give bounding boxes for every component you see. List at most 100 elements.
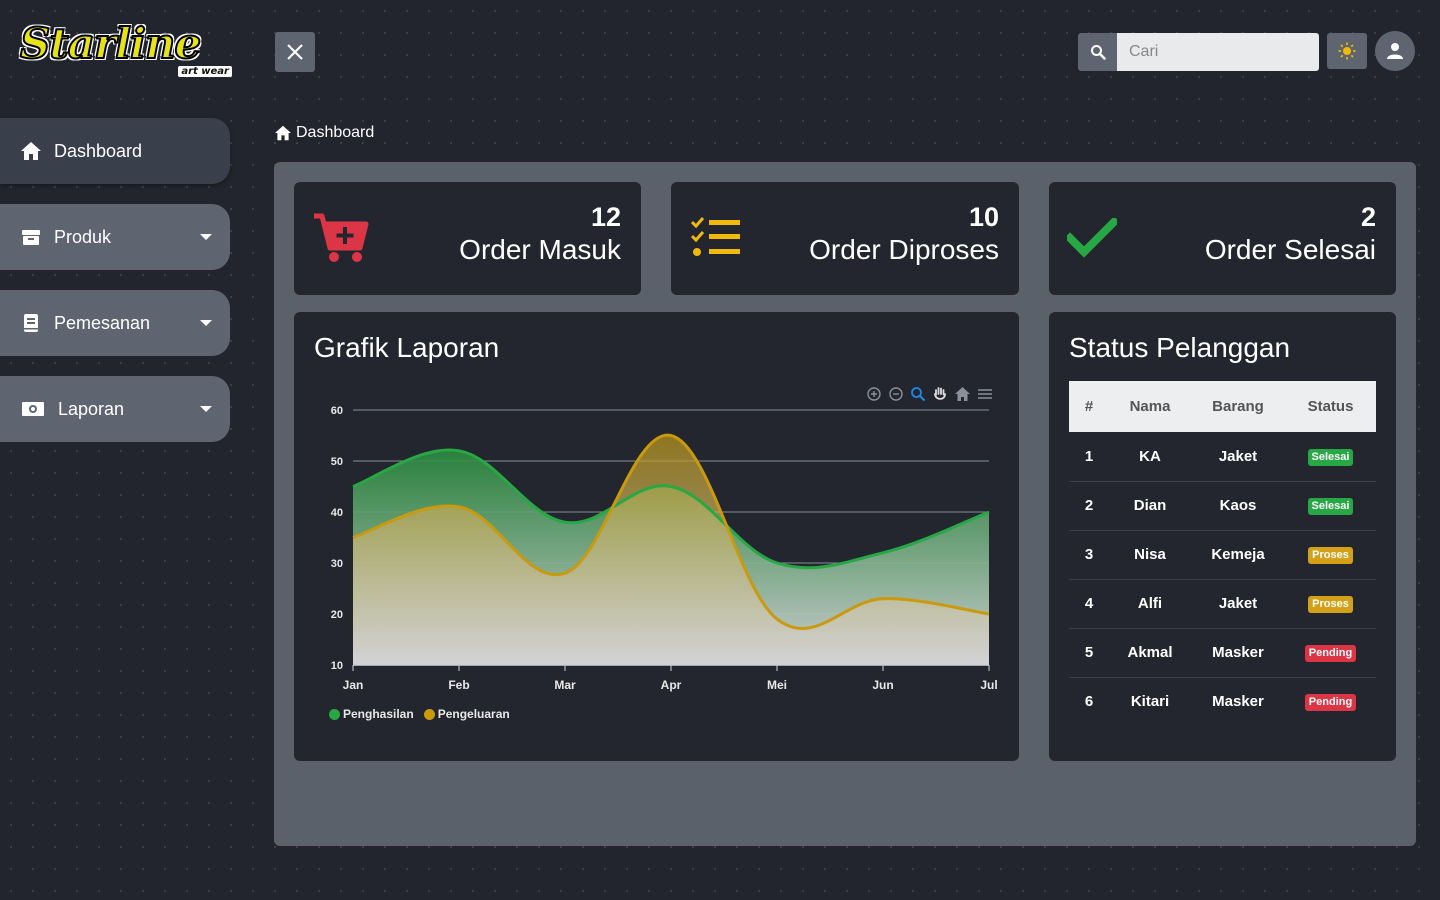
customer-status-title: Status Pelanggan [1069,332,1291,363]
status-badge: Proses [1308,547,1353,564]
sidebar-item-produk[interactable]: Produk [0,204,230,270]
customer-name: Dian [1109,481,1191,531]
status-cell: Selesai [1285,432,1376,482]
item-name: Masker [1191,628,1285,678]
chevron-down-icon [200,320,212,326]
customer-name: Nisa [1109,530,1191,580]
x-tick-label: Apr [661,678,682,692]
status-badge: Selesai [1307,448,1354,466]
status-badge: Proses [1308,596,1353,613]
box-icon [20,226,42,248]
customer-name: Kitari [1130,693,1170,711]
main-panel: 12 Order Masuk 10 Order Diproses 2 Order… [274,162,1416,846]
customer-name: Alfi [1109,579,1191,629]
sidebar-item-label: Dashboard [54,140,143,161]
item-name: Masker [1212,693,1264,711]
status-cell: Selesai [1285,481,1376,531]
legend-item-pengeluaran[interactable]: Pengeluaran [423,707,510,721]
table-row: 6 Kitari Masker Pending [1069,677,1376,726]
row-number: 1 [1069,432,1109,482]
item-name: Jaket [1191,432,1285,482]
sidebar-item-label: Produk [54,226,112,247]
sidebar-item-pemesanan[interactable]: Pemesanan [0,290,230,356]
item-name: Kemeja [1191,530,1285,580]
stat-card-order-selesai: 2 Order Selesai [1049,182,1396,295]
legend-marker [423,708,435,720]
customer-name: Akmal [1109,628,1191,678]
x-tick-label: Feb [448,678,469,692]
stat-value: 2 [1360,202,1376,232]
x-tick-label: Jun [872,678,893,692]
status-cell: Pending [1285,677,1376,726]
status-cell: Pending [1285,628,1376,678]
table-row: 1 KA Jaket Selesai [1069,432,1376,482]
customer-name: KA [1109,432,1191,482]
home-icon [20,140,42,162]
x-tick-label: Jul [980,678,997,692]
search-bar [1078,33,1319,71]
search-button[interactable] [1078,33,1117,71]
item-name: Jaket [1191,579,1285,629]
row-number: 4 [1069,579,1109,629]
logo-text: Starline [19,18,202,69]
brand-logo[interactable]: Starline art wear [18,18,232,82]
stat-card-order-diproses: 10 Order Diproses [671,182,1019,295]
stat-value: 10 [968,202,999,232]
status-badge: Pending [1304,694,1357,712]
status-badge: Selesai [1307,498,1354,515]
legend-label: Pengeluaran [437,707,510,721]
x-tick-label: Mar [554,678,576,692]
status-cell: Proses [1285,579,1376,629]
book-icon [20,312,42,334]
cart-plus-icon [312,212,370,268]
y-tick-label: 10 [331,660,343,672]
stat-value: 12 [590,202,621,232]
x-tick-label: Jan [343,678,364,692]
legend-marker [329,708,340,720]
legend-item-penghasilan[interactable]: Penghasilan [329,707,414,721]
sidebar-item-laporan[interactable]: Laporan [0,376,230,442]
table-row: 3 Nisa Kemeja Proses [1069,530,1376,580]
user-avatar-button[interactable] [1375,31,1415,71]
table-row: 4 Alfi Jaket Proses [1069,579,1376,629]
row-number: 3 [1069,530,1109,580]
theme-toggle-button[interactable] [1327,33,1367,69]
stat-label: Order Selesai [1204,234,1376,265]
x-tick-label: Mei [767,678,787,692]
chevron-down-icon [200,234,212,240]
y-tick-label: 50 [331,456,343,468]
search-icon [1090,45,1106,60]
sun-icon [1338,42,1356,60]
breadcrumb-current[interactable]: Dashboard [296,124,374,142]
money-icon [20,398,46,420]
row-number: 2 [1069,481,1109,531]
report-chart: 10 20 30 40 50 60 Jan Feb Mar Apr Mei Jun Jul [331,405,998,692]
breadcrumb: Dashboard [274,124,374,142]
logo-subtext: art wear [178,66,232,77]
status-badge: Pending [1304,645,1357,662]
column-header: Status [1285,381,1376,432]
y-tick-label: 60 [331,405,343,417]
close-icon [287,44,303,60]
chart-legend: Penghasilan Pengeluaran [329,707,510,721]
user-icon [1387,43,1403,59]
stat-label: Order Masuk [459,234,621,265]
table-row: 2 Dian Kaos Selesai [1069,481,1376,531]
home-icon [275,125,291,141]
sidebar-item-dashboard[interactable]: Dashboard [0,118,230,184]
check-icon [1064,216,1120,262]
column-header: Barang [1191,381,1285,432]
row-number: 6 [1084,693,1094,711]
column-header: Nama [1109,381,1191,432]
sidebar-item-label: Laporan [58,398,125,419]
search-input[interactable] [1117,33,1319,71]
y-tick-label: 20 [331,609,343,621]
column-header: # [1069,381,1109,432]
chevron-down-icon [200,406,212,412]
sidebar-toggle-button[interactable] [275,32,315,72]
tasks-icon [690,216,741,264]
report-chart-card: Grafik Laporan 10 20 30 40 50 60 Jan Feb… [294,312,1019,761]
status-cell: Proses [1285,530,1376,580]
sidebar-item-label: Pemesanan [54,312,151,333]
y-tick-label: 40 [331,507,343,519]
